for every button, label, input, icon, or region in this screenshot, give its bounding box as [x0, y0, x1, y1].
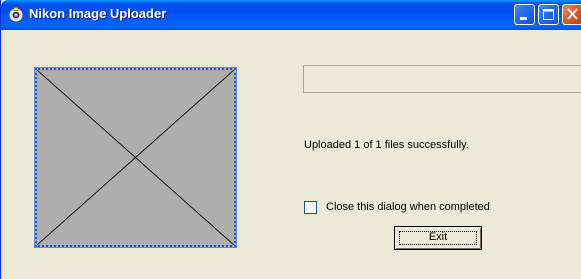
minimize-button[interactable]	[514, 4, 535, 25]
upload-progress-bar	[303, 65, 581, 93]
maximize-icon	[543, 9, 554, 20]
close-button[interactable]	[562, 4, 581, 25]
close-when-completed-label[interactable]: Close this dialog when completed	[326, 201, 490, 213]
close-icon	[567, 8, 578, 20]
minimize-icon	[520, 17, 527, 20]
status-message: Uploaded 1 of 1 files successfully.	[304, 139, 469, 151]
close-when-completed-checkbox[interactable]	[304, 201, 317, 214]
image-placeholder-icon	[37, 70, 234, 245]
exit-button-label: Exit	[428, 231, 448, 243]
image-preview	[34, 67, 237, 248]
uploader-window: Nikon Image Uploader Uploaded 1 of 1 fil…	[0, 0, 581, 279]
nikon-app-icon[interactable]	[8, 7, 24, 23]
maximize-button[interactable]	[538, 4, 559, 25]
window-title: Nikon Image Uploader	[29, 6, 167, 21]
exit-button[interactable]: Exit	[394, 226, 482, 250]
title-bar[interactable]: Nikon Image Uploader	[1, 0, 581, 30]
